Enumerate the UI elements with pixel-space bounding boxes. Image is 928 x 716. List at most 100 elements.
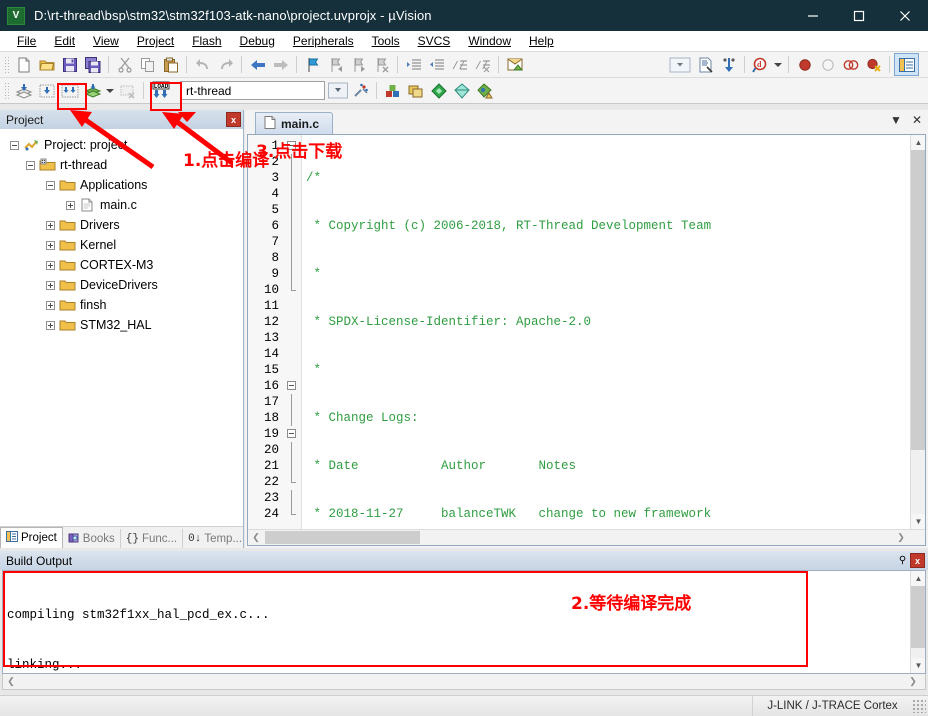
- outdent-icon[interactable]: [425, 54, 448, 76]
- build-vertical-scrollbar[interactable]: ▲ ▼: [910, 571, 925, 673]
- expander-plus-icon[interactable]: [46, 220, 55, 230]
- menu-svcs[interactable]: SVCS: [409, 32, 460, 50]
- build-output-body[interactable]: compiling stm32f1xx_hal_pcd_ex.c... link…: [2, 570, 926, 674]
- navigate-forward-icon[interactable]: [269, 54, 292, 76]
- menu-view[interactable]: View: [84, 32, 128, 50]
- expander-plus-icon[interactable]: [46, 280, 55, 290]
- menu-window[interactable]: Window: [459, 32, 520, 50]
- menu-project[interactable]: Project: [128, 32, 183, 50]
- fold-marker-start[interactable]: [284, 378, 301, 394]
- cut-icon[interactable]: [113, 54, 136, 76]
- batch-build-icon[interactable]: [81, 80, 104, 102]
- rebuild-icon[interactable]: [58, 80, 81, 102]
- expander-plus-icon[interactable]: [66, 200, 75, 210]
- download-icon[interactable]: LOAD: [148, 80, 174, 102]
- multi-project-icon[interactable]: [404, 80, 427, 102]
- editor-tab-main-c[interactable]: main.c: [255, 112, 333, 134]
- toolbar-grip[interactable]: [3, 54, 10, 75]
- paste-icon[interactable]: [159, 54, 182, 76]
- find-in-files-icon[interactable]: [694, 54, 717, 76]
- fold-column[interactable]: [284, 135, 302, 529]
- pin-icon[interactable]: ⚲: [895, 553, 910, 568]
- copy-icon[interactable]: [136, 54, 159, 76]
- tree-item-devicedrivers[interactable]: DeviceDrivers: [6, 275, 243, 295]
- search-dropdown-icon[interactable]: [772, 54, 784, 76]
- breakpoint-disable-icon[interactable]: [816, 54, 839, 76]
- navigate-back-icon[interactable]: [246, 54, 269, 76]
- open-file-icon[interactable]: [35, 54, 58, 76]
- uncomment-icon[interactable]: //: [471, 54, 494, 76]
- target-dropdown-icon[interactable]: [327, 80, 349, 102]
- project-window-icon[interactable]: [894, 53, 919, 76]
- scroll-right-icon[interactable]: ❯: [893, 532, 909, 543]
- bookmarks-icon[interactable]: [717, 54, 740, 76]
- redo-icon[interactable]: [214, 54, 237, 76]
- build-toolbar-grip[interactable]: [3, 80, 10, 101]
- manage-runtime-icon[interactable]: [450, 80, 473, 102]
- breakpoint-disable-all-icon[interactable]: [839, 54, 862, 76]
- vertical-scroll-thumb[interactable]: [911, 586, 925, 648]
- translate-icon[interactable]: [12, 80, 35, 102]
- menu-peripherals[interactable]: Peripherals: [284, 32, 363, 50]
- dropdown-icon[interactable]: [666, 54, 694, 76]
- breakpoint-kill-all-icon[interactable]: [862, 54, 885, 76]
- build-output-close-icon[interactable]: x: [910, 553, 925, 568]
- menu-debug[interactable]: Debug: [231, 32, 284, 50]
- select-software-packs-icon[interactable]: [473, 80, 496, 102]
- tree-item-project[interactable]: Project: project: [6, 135, 243, 155]
- panel-tab-project[interactable]: Project: [0, 527, 63, 548]
- expander-minus-icon[interactable]: [10, 140, 19, 150]
- save-all-icon[interactable]: [81, 54, 104, 76]
- comment-icon[interactable]: //: [448, 54, 471, 76]
- build-horizontal-scrollbar[interactable]: ❮ ❯: [2, 674, 926, 690]
- expander-minus-icon[interactable]: [46, 180, 55, 190]
- editor-vertical-scrollbar[interactable]: ▲ ▼: [910, 135, 925, 529]
- panel-tab-books[interactable]: Books: [63, 529, 121, 548]
- target-options-icon[interactable]: [349, 80, 372, 102]
- menu-file[interactable]: File: [8, 32, 45, 50]
- expander-plus-icon[interactable]: [46, 300, 55, 310]
- bookmark-clear-icon[interactable]: [370, 54, 393, 76]
- stop-build-icon[interactable]: [116, 80, 139, 102]
- breakpoint-icon[interactable]: [793, 54, 816, 76]
- maximize-icon[interactable]: [836, 0, 882, 31]
- save-icon[interactable]: [58, 54, 81, 76]
- configure-icon[interactable]: [503, 54, 526, 76]
- tree-item-kernel[interactable]: Kernel: [6, 235, 243, 255]
- expander-minus-icon[interactable]: [26, 160, 35, 170]
- tree-item-applications[interactable]: Applications: [6, 175, 243, 195]
- vertical-scroll-thumb[interactable]: [911, 150, 925, 450]
- scroll-down-icon[interactable]: ▼: [911, 658, 925, 673]
- panel-tab-functions[interactable]: {} Func...: [121, 529, 184, 548]
- tree-item-main-c[interactable]: main.c: [6, 195, 243, 215]
- expander-plus-icon[interactable]: [46, 320, 55, 330]
- target-combo[interactable]: rt-thread: [180, 81, 325, 100]
- build-icon[interactable]: [35, 80, 58, 102]
- tree-item-finsh[interactable]: finsh: [6, 295, 243, 315]
- pack-installer-icon[interactable]: [427, 80, 450, 102]
- scroll-left-icon[interactable]: ❮: [248, 532, 264, 543]
- bookmark-prev-icon[interactable]: [324, 54, 347, 76]
- indent-icon[interactable]: [402, 54, 425, 76]
- bookmark-toggle-icon[interactable]: [301, 54, 324, 76]
- scroll-right-icon[interactable]: ❯: [905, 676, 921, 687]
- new-file-icon[interactable]: [12, 54, 35, 76]
- menu-flash[interactable]: Flash: [183, 32, 230, 50]
- scroll-down-icon[interactable]: ▼: [911, 514, 925, 529]
- expander-plus-icon[interactable]: [46, 260, 55, 270]
- tree-item-stm32-hal[interactable]: STM32_HAL: [6, 315, 243, 335]
- search-target-icon[interactable]: d: [749, 54, 772, 76]
- batch-build-dropdown-icon[interactable]: [104, 80, 116, 102]
- scroll-up-icon[interactable]: ▲: [911, 135, 925, 150]
- tree-item-cortex-m3[interactable]: CORTEX-M3: [6, 255, 243, 275]
- fold-marker-start[interactable]: [284, 426, 301, 442]
- code-text[interactable]: /* * Copyright (c) 2006-2018, RT-Thread …: [302, 135, 925, 529]
- horizontal-scroll-thumb[interactable]: [265, 531, 420, 544]
- manage-components-icon[interactable]: [381, 80, 404, 102]
- fold-marker-start[interactable]: [284, 138, 301, 154]
- menu-tools[interactable]: Tools: [363, 32, 409, 50]
- close-icon[interactable]: [882, 0, 928, 31]
- scroll-up-icon[interactable]: ▲: [911, 571, 925, 586]
- editor-horizontal-scrollbar[interactable]: ❮ ❯: [248, 529, 925, 545]
- tree-item-rt-thread[interactable]: rt-thread: [6, 155, 243, 175]
